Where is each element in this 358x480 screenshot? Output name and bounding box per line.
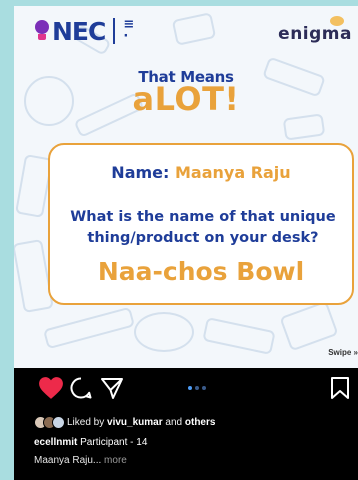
instagram-post: NEC ≡ · enigma That Means aLOT! Name: Maa… [14, 6, 358, 480]
doodle-shape [42, 306, 136, 350]
liker-avatars [34, 416, 65, 429]
liked-by-line[interactable]: Liked by vivu_kumar and others [34, 416, 215, 429]
liked-by-others[interactable]: others [185, 417, 216, 428]
avatar [52, 416, 65, 429]
headline-word: LOT! [154, 80, 240, 118]
doodle-shape [279, 300, 339, 352]
question-text: What is the name of that unique thing/pr… [70, 209, 336, 246]
caption-more-link[interactable]: more [104, 455, 127, 466]
send-icon[interactable] [100, 376, 124, 400]
caption-preview: Maanya Raju... more [34, 455, 127, 466]
enigma-logo: enigma [278, 24, 352, 44]
logo-divider [113, 18, 116, 44]
headline-prefix: a [132, 80, 155, 118]
post-actions-bar [14, 372, 358, 404]
caption-text: Participant - 14 [80, 437, 148, 448]
caption-line: ecellnmit Participant - 14 [34, 437, 147, 448]
liked-by-user[interactable]: vivu_kumar [107, 417, 163, 428]
caption-preview-text: Maanya Raju... [34, 455, 102, 466]
carousel-dots [188, 386, 206, 390]
post-image[interactable]: NEC ≡ · enigma That Means aLOT! Name: Maa… [14, 6, 358, 368]
liked-by-joiner: and [165, 417, 183, 428]
participant-name-line: Name: Maanya Raju [50, 163, 352, 182]
carousel-dot [202, 386, 206, 390]
bookmark-icon[interactable] [330, 376, 350, 400]
caption-username[interactable]: ecellnmit [34, 437, 77, 448]
heart-filled-icon[interactable] [38, 376, 64, 400]
name-value: Maanya Raju [174, 163, 291, 182]
headline-main: aLOT! [14, 80, 358, 118]
answer-text: Naa-chos Bowl [97, 257, 305, 286]
comment-icon[interactable] [69, 376, 93, 400]
doodle-shape [202, 316, 276, 356]
bulb-icon [34, 20, 50, 42]
swipe-hint: Swipe » [328, 348, 358, 357]
carousel-dot [188, 386, 192, 390]
nec-logo-text: NEC [52, 16, 106, 46]
carousel-dot [195, 386, 199, 390]
nec-logo: NEC ≡ · [34, 16, 134, 46]
participant-card: Name: Maanya Raju What is the name of th… [48, 143, 354, 305]
ecell-logo-mark: ≡ · [123, 17, 134, 44]
doodle-shape [134, 312, 194, 352]
name-label: Name: [111, 163, 170, 182]
liked-by-prefix: Liked by [67, 417, 105, 428]
